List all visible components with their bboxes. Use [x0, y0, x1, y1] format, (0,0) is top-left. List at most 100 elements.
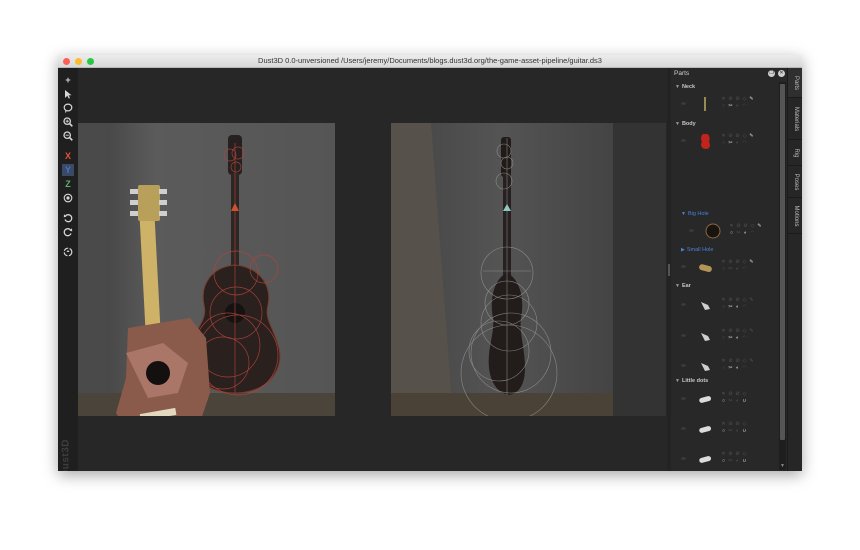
add-button[interactable]: +	[62, 74, 74, 86]
mirror-icon[interactable]: ⊘	[728, 392, 733, 397]
round-end-icon[interactable]: ○	[721, 399, 726, 404]
lock-icon[interactable]: ✕	[721, 452, 726, 457]
round-end-icon[interactable]: ○	[721, 336, 726, 341]
subdiv-icon[interactable]: ⊘	[735, 134, 740, 139]
zoom-out-button[interactable]	[62, 130, 74, 142]
chamfer-icon[interactable]: ◠	[742, 305, 747, 310]
mirror-icon[interactable]: ⊘	[728, 422, 733, 427]
deform-icon[interactable]: ✂	[728, 429, 733, 434]
part-body[interactable]: ✕ ⊘ ⊘ ◇ ✎ ○ ✂ ◐ ◠	[681, 129, 766, 153]
subdiv-icon[interactable]: ⊘	[735, 329, 740, 334]
subdiv-icon[interactable]: ⊘	[735, 452, 740, 457]
deform-icon[interactable]: ✂	[728, 336, 733, 341]
visibility-icon[interactable]	[681, 303, 686, 306]
round-end-icon[interactable]: ○	[729, 231, 734, 236]
chamfer-icon[interactable]: ◠	[750, 231, 755, 236]
lock-icon[interactable]: ✕	[721, 329, 726, 334]
undo-button[interactable]	[62, 212, 74, 224]
color-dropper-icon[interactable]: ✎	[749, 97, 754, 102]
lock-icon[interactable]: ✕	[721, 298, 726, 303]
y-axis-toggle[interactable]: Y	[62, 164, 74, 176]
visibility-icon[interactable]	[689, 229, 694, 232]
color-icon[interactable]: ◐	[735, 399, 740, 404]
visibility-icon[interactable]	[681, 334, 686, 337]
subdiv-icon[interactable]: ⊘	[735, 392, 740, 397]
wrap-icon[interactable]: ◇	[742, 422, 747, 427]
group-big-hole[interactable]: ▼ Big Hole	[681, 211, 709, 217]
visibility-icon[interactable]	[681, 397, 686, 400]
wrap-icon[interactable]: ◇	[742, 260, 747, 265]
round-end-icon[interactable]: ○	[721, 305, 726, 310]
group-neck[interactable]: ▼ Neck	[675, 84, 695, 90]
color-icon[interactable]: ◐	[735, 104, 740, 109]
parts-scrollbar[interactable]: ▼	[779, 82, 786, 470]
splitter-grip[interactable]	[668, 264, 670, 276]
visibility-icon[interactable]	[681, 457, 686, 460]
chamfer-icon[interactable]: ◠	[742, 336, 747, 341]
lock-icon[interactable]: ✕	[721, 97, 726, 102]
wrap-icon[interactable]: ◇	[742, 298, 747, 303]
wrap-icon[interactable]: ◇	[750, 224, 755, 229]
tab-motions[interactable]: Motions	[788, 198, 802, 234]
deform-icon[interactable]: ✂	[728, 267, 733, 272]
part-ear-3[interactable]: ✕ ⊘ ⊘ ◇ ✎ ○ ✂ ◐ ◠	[681, 354, 766, 378]
mirror-icon[interactable]: ⊘	[736, 224, 741, 229]
color-icon[interactable]: ◐	[743, 231, 748, 236]
color-dropper-icon[interactable]: ✎	[749, 359, 754, 364]
magnet-icon[interactable]: ∪	[742, 399, 747, 404]
magnet-icon[interactable]: ∪	[742, 429, 747, 434]
mirror-icon[interactable]: ⊘	[728, 97, 733, 102]
mirror-icon[interactable]: ⊘	[728, 134, 733, 139]
lock-icon[interactable]: ✕	[721, 134, 726, 139]
part-ear-1[interactable]: ✕ ⊘ ⊘ ◇ ✎ ○ ✂ ◐ ◠	[681, 293, 766, 317]
color-icon[interactable]: ◐	[735, 267, 740, 272]
round-end-icon[interactable]: ○	[721, 459, 726, 464]
visibility-icon[interactable]	[681, 139, 686, 142]
color-icon[interactable]: ◐	[735, 336, 740, 341]
group-little-dots[interactable]: ▼ Little dots	[675, 378, 708, 384]
round-end-icon[interactable]: ○	[721, 366, 726, 371]
color-icon[interactable]: ◐	[735, 305, 740, 310]
wrap-icon[interactable]: ◇	[742, 329, 747, 334]
scrollbar-thumb[interactable]	[780, 84, 785, 440]
visibility-icon[interactable]	[681, 265, 686, 268]
color-dropper-icon[interactable]: ✎	[757, 224, 762, 229]
group-small-hole[interactable]: ▶ Small Hole	[681, 247, 713, 253]
color-icon[interactable]: ◐	[735, 141, 740, 146]
lock-icon[interactable]: ✕	[721, 392, 726, 397]
subdiv-icon[interactable]: ⊘	[735, 97, 740, 102]
scroll-down-arrow[interactable]: ▼	[780, 464, 785, 469]
tab-rig[interactable]: Rig	[788, 140, 802, 166]
color-dropper-icon[interactable]: ✎	[749, 329, 754, 334]
part-dot-3[interactable]: ✕ ⊘ ⊘ ◇ ○ ✂ ◐ ∪	[681, 447, 766, 471]
part-ear-2[interactable]: ✕ ⊘ ⊘ ◇ ✎ ○ ✂ ◐ ◠	[681, 324, 766, 348]
mirror-icon[interactable]: ⊘	[728, 359, 733, 364]
x-axis-toggle[interactable]: X	[62, 150, 74, 162]
subdiv-icon[interactable]: ⊘	[735, 359, 740, 364]
select-button[interactable]	[62, 88, 74, 100]
deform-icon[interactable]: ✂	[728, 305, 733, 310]
mirror-icon[interactable]: ⊘	[728, 298, 733, 303]
wrap-icon[interactable]: ◇	[742, 97, 747, 102]
wrap-icon[interactable]: ◇	[742, 392, 747, 397]
wrap-icon[interactable]: ◇	[742, 134, 747, 139]
color-icon[interactable]: ◐	[735, 429, 740, 434]
float-panel-button[interactable]: ❐	[768, 70, 775, 77]
radius-button[interactable]	[62, 192, 74, 204]
deform-icon[interactable]: ✂	[728, 459, 733, 464]
z-axis-toggle[interactable]: Z	[62, 178, 74, 190]
round-end-icon[interactable]: ○	[721, 104, 726, 109]
magnet-icon[interactable]: ∪	[742, 459, 747, 464]
part-dot-1[interactable]: ✕ ⊘ ⊘ ◇ ○ ✂ ◐ ∪	[681, 387, 766, 411]
group-ear[interactable]: ▼ Ear	[675, 283, 691, 289]
tab-materials[interactable]: Materials	[788, 98, 802, 140]
deform-icon[interactable]: ✂	[728, 366, 733, 371]
visibility-icon[interactable]	[681, 364, 686, 367]
part-big-hole[interactable]: ✕ ⊘ ⊘ ◇ ✎ ○ ✂ ◐ ◠	[689, 219, 774, 243]
wrap-icon[interactable]: ◇	[742, 359, 747, 364]
tab-poses[interactable]: Poses	[788, 166, 802, 198]
zoom-in-button[interactable]	[62, 116, 74, 128]
color-dropper-icon[interactable]: ✎	[749, 134, 754, 139]
part-small-hole[interactable]: ✕ ⊘ ⊘ ◇ ✎ ○ ✂ ◐ ◠	[681, 255, 766, 279]
part-dot-2[interactable]: ✕ ⊘ ⊘ ◇ ○ ✂ ◐ ∪	[681, 417, 766, 441]
